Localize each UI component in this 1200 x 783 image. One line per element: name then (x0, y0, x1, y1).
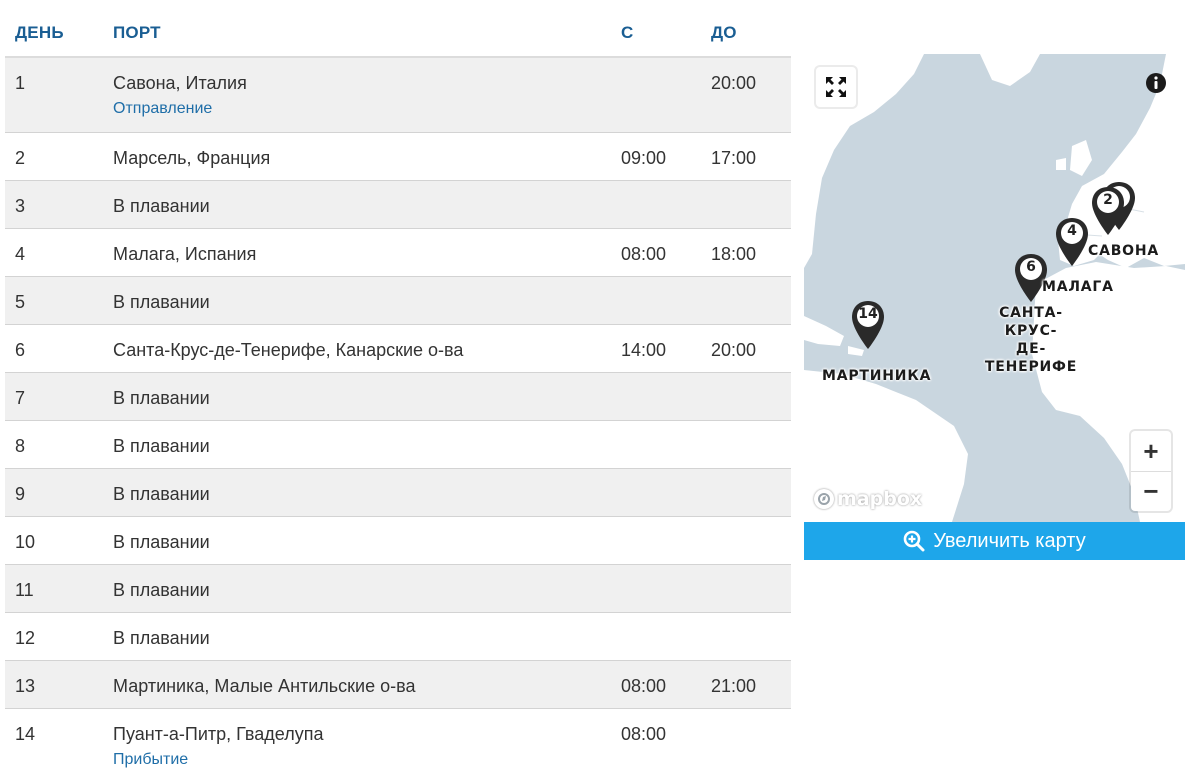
port-name: В плавании (113, 628, 210, 648)
departure-time: 18:00 (711, 244, 757, 264)
day-number: 2 (15, 148, 26, 168)
map-pin[interactable]: 4 (1054, 216, 1090, 268)
day-number: 13 (15, 676, 36, 696)
port-name: В плавании (113, 388, 210, 408)
map-pin[interactable]: 14 (850, 299, 886, 351)
header-from: С (621, 23, 634, 42)
city-label-tenerife: САНТА-КРУС- ДЕ-ТЕНЕРИФЕ (974, 304, 1088, 376)
port-name: Марсель, Франция (113, 148, 271, 168)
arrival-time: 08:00 (621, 676, 667, 696)
day-number: 8 (15, 436, 26, 456)
map-background (804, 54, 1185, 522)
table-header: ДЕНЬ ПОРТ С ДО (5, 0, 791, 58)
table-row: 11 В плавании (5, 565, 791, 613)
table-row: 5 В плавании (5, 277, 791, 325)
table-row: 10 В плавании (5, 517, 791, 565)
header-day: ДЕНЬ (15, 23, 64, 42)
arrival-time: 08:00 (621, 244, 667, 264)
departure-time: 20:00 (711, 340, 757, 360)
departure-link[interactable]: Отправление (113, 100, 212, 118)
table-row: 14 Пуант-а-Питр, Гваделупа Прибытие 08:0… (5, 709, 791, 783)
zoom-out-button[interactable]: − (1131, 471, 1171, 511)
arrival-time: 08:00 (621, 724, 667, 744)
fullscreen-button[interactable] (816, 67, 856, 107)
table-row: 4 Малага, Испания 08:00 18:00 (5, 229, 791, 277)
table-row: 3 В плавании (5, 181, 791, 229)
day-number: 12 (15, 628, 36, 648)
port-name: Пуант-а-Питр, Гваделупа (113, 724, 324, 744)
mapbox-logo-icon (814, 489, 834, 509)
day-number: 6 (15, 340, 26, 360)
port-name: В плавании (113, 196, 210, 216)
port-name: В плавании (113, 484, 210, 504)
pin-number: 6 (1026, 259, 1036, 275)
zoom-controls: + − (1131, 431, 1171, 511)
zoom-in-button[interactable]: + (1131, 431, 1171, 472)
pin-number: 2 (1103, 192, 1113, 208)
pin-number: 4 (1067, 223, 1077, 239)
info-icon[interactable] (1145, 72, 1167, 94)
fullscreen-icon (826, 77, 846, 97)
arrival-link[interactable]: Прибытие (113, 751, 188, 769)
day-number: 4 (15, 244, 26, 264)
table-row: 13 Мартиника, Малые Антильские о-ва 08:0… (5, 661, 791, 709)
mapbox-logo[interactable]: mapbox (814, 488, 922, 510)
enlarge-map-label: Увеличить карту (933, 529, 1086, 552)
pin-number: 14 (858, 306, 878, 322)
day-number: 7 (15, 388, 26, 408)
table-row: 8 В плавании (5, 421, 791, 469)
route-map[interactable]: 2 4 6 14 САВОНА МАЛАГА САНТА-КРУС- ДЕ-ТЕ… (804, 54, 1185, 522)
city-label-tenerife-line1: САНТА-КРУС- (999, 305, 1063, 339)
departure-time: 20:00 (711, 73, 757, 93)
day-number: 1 (15, 73, 26, 93)
day-number: 11 (15, 580, 34, 600)
magnifier-plus-icon (903, 530, 925, 552)
day-number: 14 (15, 724, 36, 744)
port-name: Санта-Крус-де-Тенерифе, Канарские о-ва (113, 340, 464, 360)
map-pin[interactable]: 2 (1090, 185, 1126, 237)
port-name: В плавании (113, 436, 210, 456)
port-name: Савона, Италия (113, 73, 247, 93)
day-number: 9 (15, 484, 26, 504)
table-row: 7 В плавании (5, 373, 791, 421)
table-row: 1 Савона, Италия Отправление 20:00 (5, 58, 791, 133)
port-name: Малага, Испания (113, 244, 257, 264)
arrival-time: 09:00 (621, 148, 667, 168)
table-row: 9 В плавании (5, 469, 791, 517)
day-number: 10 (15, 532, 36, 552)
port-name: Мартиника, Малые Антильские о-ва (113, 676, 416, 696)
port-name: В плавании (113, 532, 210, 552)
city-label-martinique: МАРТИНИКА (822, 368, 932, 384)
header-to: ДО (711, 23, 737, 42)
mapbox-wordmark: mapbox (837, 488, 923, 510)
header-port: ПОРТ (113, 23, 161, 42)
city-label-tenerife-line2: ДЕ-ТЕНЕРИФЕ (984, 341, 1078, 375)
table-row: 6 Санта-Крус-де-Тенерифе, Канарские о-ва… (5, 325, 791, 373)
day-number: 3 (15, 196, 26, 216)
itinerary-table: ДЕНЬ ПОРТ С ДО 1 Савона, Италия Отправле… (5, 0, 791, 783)
table-row: 12 В плавании (5, 613, 791, 661)
departure-time: 17:00 (711, 148, 757, 168)
city-label-malaga: МАЛАГА (1042, 279, 1114, 295)
arrival-time: 14:00 (621, 340, 667, 360)
port-name: В плавании (113, 292, 210, 312)
port-name: В плавании (113, 580, 210, 600)
table-row: 2 Марсель, Франция 09:00 17:00 (5, 133, 791, 181)
day-number: 5 (15, 292, 26, 312)
city-label-savona: САВОНА (1088, 243, 1160, 259)
enlarge-map-button[interactable]: Увеличить карту (804, 522, 1185, 560)
departure-time: 21:00 (711, 676, 757, 696)
